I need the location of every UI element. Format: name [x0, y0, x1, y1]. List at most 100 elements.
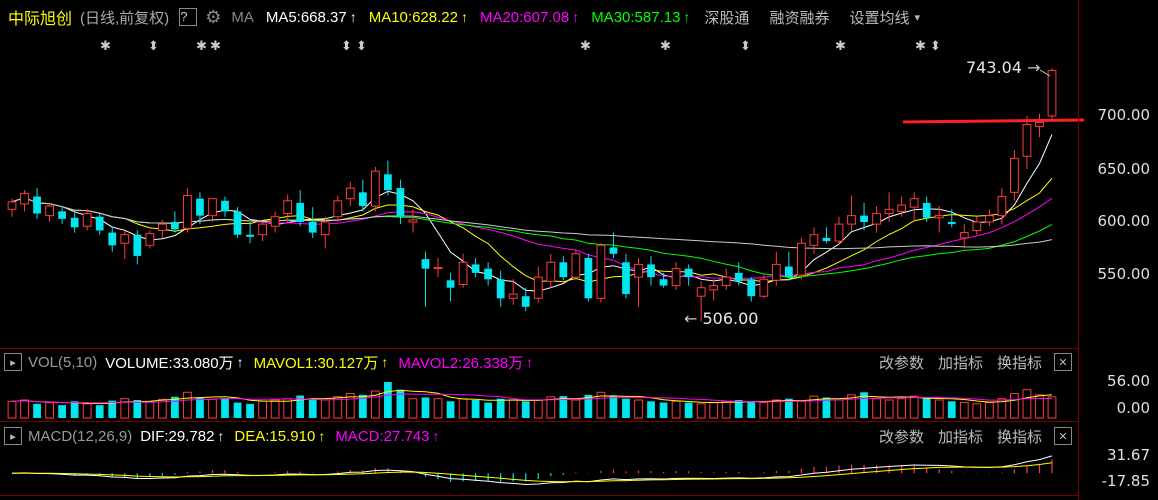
collapse-icon[interactable]: ▸: [4, 427, 22, 445]
mavol1-arrow: ↑: [381, 354, 389, 370]
volume-bar: [433, 398, 443, 419]
candle-body: [671, 268, 681, 287]
volume-bar: [872, 398, 881, 419]
volume-bar: [7, 400, 17, 419]
candle-body: [747, 279, 756, 297]
candle-body: [82, 213, 92, 227]
candle-body: [384, 174, 392, 191]
params-button[interactable]: 改参数: [879, 426, 924, 447]
volume-bar: [384, 382, 392, 418]
trendline: [902, 118, 1085, 124]
candle-body: [797, 242, 806, 276]
candle-body: [358, 192, 367, 207]
candle-body: [157, 223, 167, 231]
price-axis-label: 650.00: [1097, 160, 1151, 178]
candle-body: [433, 267, 443, 270]
candle-body: [1022, 123, 1032, 157]
macd-axis-label: -17.85: [1101, 472, 1150, 490]
event-marker[interactable]: ⬍: [740, 38, 751, 54]
candle-body: [759, 278, 769, 297]
event-marker[interactable]: ⬍: [341, 38, 352, 54]
candle-body: [834, 223, 844, 242]
volume-bar: [446, 401, 455, 418]
candle-body: [246, 234, 254, 237]
volume-bar: [270, 399, 280, 419]
vol-title[interactable]: VOL(5,10): [28, 354, 97, 371]
candle-body: [622, 262, 630, 295]
candle-body: [809, 234, 819, 246]
ma10-line: [11, 177, 1053, 283]
volume-bar: [771, 399, 781, 419]
volume-bar: [95, 405, 104, 418]
low-marker-value: 506.00: [702, 309, 759, 328]
low-marker: ← 506.00: [684, 309, 758, 328]
event-marker[interactable]: ✱: [210, 38, 221, 54]
candle-body: [771, 263, 781, 281]
volume-bar: [233, 402, 242, 418]
event-marker[interactable]: ⬍: [148, 38, 159, 54]
price-axis-label: 550.00: [1097, 265, 1151, 283]
candle-body: [947, 222, 956, 225]
add-indicator-button[interactable]: 加指标: [938, 352, 983, 373]
candle-body: [221, 200, 229, 212]
close-icon[interactable]: ✕: [1054, 353, 1072, 371]
dea-arrow: ↑: [318, 428, 326, 444]
volume-bar: [909, 395, 919, 419]
candle-body: [584, 258, 593, 299]
dea-value: DEA:15.910: [234, 427, 316, 445]
candle-body: [70, 217, 79, 228]
candle-body: [1035, 121, 1044, 128]
event-marker[interactable]: ✱: [835, 38, 846, 54]
arrow-right-icon: →: [1021, 58, 1041, 77]
candle-body: [659, 279, 668, 286]
volume-bar: [922, 397, 931, 418]
macd-title[interactable]: MACD(12,26,9): [28, 428, 132, 445]
candle-body: [296, 202, 305, 222]
candle-body: [609, 247, 618, 254]
volume-bar: [696, 403, 706, 419]
candle-body: [446, 280, 455, 288]
volume-bar: [959, 402, 969, 419]
event-marker[interactable]: ⬍: [356, 38, 367, 54]
params-button[interactable]: 改参数: [879, 352, 924, 373]
event-marker[interactable]: ✱: [100, 38, 111, 54]
candle-body: [533, 276, 543, 299]
collapse-icon[interactable]: ▸: [4, 353, 22, 371]
volume-bar: [458, 398, 468, 419]
event-marker[interactable]: ✱: [580, 38, 591, 54]
candle-body: [934, 215, 944, 219]
event-marker[interactable]: ✱: [196, 38, 207, 54]
volume-bar: [70, 401, 79, 418]
volume-bar: [659, 402, 668, 418]
volume-bar: [20, 399, 29, 419]
candle-body: [458, 261, 468, 286]
close-icon[interactable]: ✕: [1054, 427, 1072, 445]
event-marker[interactable]: ⬍: [930, 38, 941, 54]
macd-arrow: ↑: [432, 428, 440, 444]
add-indicator-button[interactable]: 加指标: [938, 426, 983, 447]
event-marker[interactable]: ✱: [915, 38, 926, 54]
volume-bar: [1047, 396, 1057, 419]
candle-body: [33, 196, 41, 214]
ma60-line: [11, 197, 1053, 250]
switch-indicator-button[interactable]: 换指标: [997, 426, 1042, 447]
candle-body: [396, 188, 405, 217]
dif-arrow: ↑: [217, 428, 225, 444]
candle-body: [822, 237, 831, 242]
candle-body: [909, 198, 919, 208]
candle-body: [860, 215, 868, 222]
candle-body: [984, 215, 994, 223]
switch-indicator-button[interactable]: 换指标: [997, 352, 1042, 373]
candle-body: [897, 204, 907, 212]
macd-panel-header: ▸ MACD(12,26,9) DIF:29.782 ↑ DEA:15.910 …: [0, 423, 1078, 449]
candle-body: [133, 234, 142, 256]
volume-bar: [133, 400, 142, 418]
candle-body: [546, 261, 556, 282]
volume-bar: [759, 402, 769, 419]
candle-body: [20, 192, 29, 205]
event-marker[interactable]: ✱: [660, 38, 671, 54]
candle-body: [959, 232, 969, 239]
volume-bar: [33, 403, 41, 418]
volume-bar: [484, 402, 493, 418]
volume-bar: [1010, 393, 1019, 419]
